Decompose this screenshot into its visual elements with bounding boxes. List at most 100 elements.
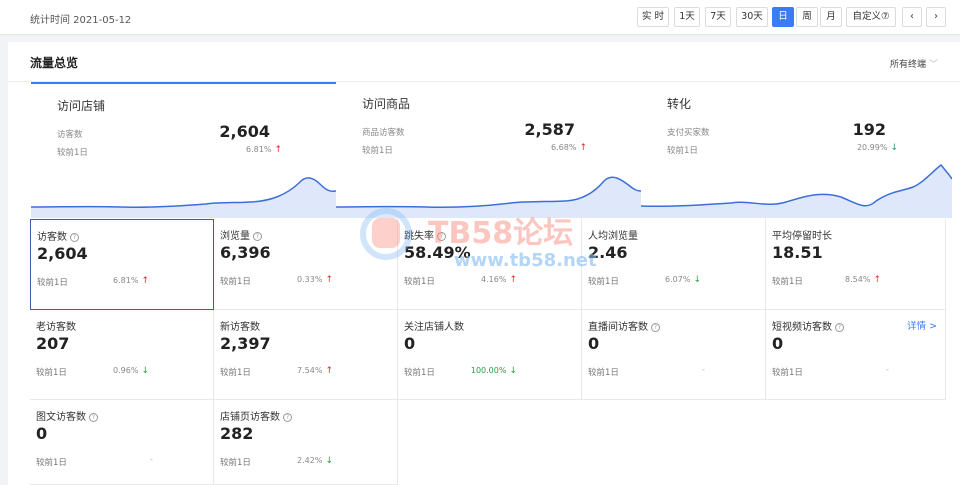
time-range-button[interactable]: 日 [772,7,794,27]
metric-cell[interactable]: 直播间访客数? 0 较前1日 - [582,310,766,400]
metric-change: 7.54% ↑ [297,366,333,376]
help-icon[interactable]: ? [437,232,446,241]
metric-value: 2.46 [588,243,628,262]
sparkline-area [641,165,952,218]
metric-pct: 7.54% [297,366,323,375]
summary-value: 2,587 [524,120,575,139]
metric-title-text: 新访客数 [220,322,260,333]
terminal-select[interactable]: 所有终端 ﹀ [890,57,938,70]
metric-value: 6,396 [220,243,271,262]
time-range-button[interactable]: 实 时 [637,7,669,27]
help-icon[interactable]: ? [253,232,262,241]
metric-title: 店铺页访客数? [220,408,292,423]
metric-pct: 8.54% [845,275,871,284]
summary-compare: 较前1日 [667,146,698,156]
metric-compare: 较前1日 [220,458,251,468]
summary-title: 访问店铺 [57,99,106,113]
metric-title-text: 访客数 [37,232,67,243]
metric-pct: 100.00% [470,366,507,375]
metric-change: 8.54% ↑ [845,275,881,285]
help-icon[interactable]: ? [283,413,292,422]
metric-change: 0.33% ↑ [297,275,333,285]
metric-title-text: 浏览量 [220,231,250,242]
trend-up-icon: ↑ [325,366,333,376]
time-range-button[interactable]: 1天 [674,7,700,27]
metric-cell[interactable]: 店铺页访客数? 282 较前1日 2.42% ↓ [214,400,398,485]
metric-title-text: 老访客数 [36,322,76,333]
summary-title: 访问商品 [362,97,411,111]
metric-title: 短视频访客数? [772,318,844,333]
help-icon[interactable]: ? [70,233,79,242]
time-range-button[interactable]: 30天 [736,7,768,27]
metric-pct: - [886,365,889,374]
metric-cell[interactable]: 短视频访客数? 0 较前1日 - 详情 > [766,310,946,400]
sparkline-area [336,177,641,218]
detail-link[interactable]: 详情 > [907,318,937,332]
metric-change: 2.42% ↓ [297,456,333,466]
metric-compare: 较前1日 [404,368,435,378]
metric-compare: 较前1日 [37,278,68,288]
next-button[interactable]: › [926,7,946,27]
time-range-button[interactable]: 周 [796,7,818,27]
metric-cell[interactable]: 跳失率? 58.49% 较前1日 4.16% ↑ [398,219,582,310]
summary-card[interactable]: 访问商品商品访客数较前1日 2,587 6.68% ↑ [336,82,641,218]
summary-compare: 较前1日 [362,146,393,156]
sparkline [641,163,952,218]
metric-cell[interactable]: 访客数? 2,604 较前1日 6.81% ↑ [30,219,214,310]
metric-cell[interactable]: 关注店铺人数 0 较前1日 100.00% ↓ [398,310,582,400]
metric-pct: 4.16% [481,275,507,284]
metric-change: 100.00% ↓ [471,366,517,376]
trend-up-icon: ↑ [509,275,517,285]
summary-pct: 20.99% [856,143,888,152]
help-icon[interactable]: ? [89,413,98,422]
traffic-overview-panel: 流量总览 所有终端 ﹀ 访问店铺 访客数 较前1日 2,604 6.81% ↑ 访问商品 商品访… [8,42,960,485]
trend-down-icon: ↓ [890,143,898,153]
metric-value: 207 [36,334,70,353]
metric-title: 人均浏览量 [588,227,638,242]
metric-compare: 较前1日 [772,368,803,378]
summary-change: 6.68% ↑ [551,143,587,153]
metric-compare: 较前1日 [36,458,67,468]
metric-compare: 较前1日 [588,277,619,287]
metric-pct: 6.07% [665,275,691,284]
trend-up-icon: ↑ [141,276,149,286]
metric-cell[interactable]: 浏览量? 6,396 较前1日 0.33% ↑ [214,219,398,310]
time-range-button[interactable]: 7天 [705,7,731,27]
chevron-left-icon: ‹ [910,11,914,22]
metric-cell[interactable]: 人均浏览量 2.46 较前1日 6.07% ↓ [582,219,766,310]
metric-cell[interactable]: 平均停留时长 18.51 较前1日 8.54% ↑ [766,219,946,310]
trend-down-icon: ↓ [141,366,149,376]
metric-value: 18.51 [772,243,823,262]
metric-pct: 6.81% [113,276,139,285]
metric-value: 0 [588,334,600,353]
metric-title-text: 直播间访客数 [588,322,648,333]
metric-compare: 较前1日 [36,368,67,378]
summary-label: 商品访客数 [362,128,405,138]
trend-down-icon: ↓ [325,456,333,466]
help-icon[interactable]: ? [651,323,660,332]
summary-change: 20.99% ↓ [857,143,898,153]
time-range-button[interactable]: 自定义⑦ [846,7,896,27]
time-range-button[interactable]: 月 [820,7,842,27]
stat-time: 统计时间 2021-05-12 [30,15,132,26]
summary-card[interactable]: 转化 支付买家数 较前1日 192 20.99% ↓ [641,82,952,218]
metric-title: 访客数? [37,228,79,243]
metric-compare: 较前1日 [404,277,435,287]
summary-card[interactable]: 访问店铺 访客数 较前1日 2,604 6.81% ↑ [31,82,336,218]
metric-pct: - [150,455,153,464]
metric-change: 6.07% ↓ [665,275,701,285]
metric-cell[interactable]: 图文访客数? 0 较前1日 - [30,400,214,485]
help-icon[interactable]: ? [835,323,844,332]
metric-cell[interactable]: 老访客数 207 较前1日 0.96% ↓ [30,310,214,400]
trend-up-icon: ↑ [579,143,587,153]
metric-change: 4.16% ↑ [481,275,517,285]
metric-title: 图文访客数? [36,408,98,423]
summary-value: 192 [852,120,886,139]
prev-button[interactable]: ‹ [902,7,922,27]
metric-title: 老访客数 [36,318,76,333]
metric-pct: - [702,365,705,374]
metric-title: 新访客数 [220,318,260,333]
summary-label: 支付买家数 [667,128,710,138]
chevron-right-icon: › [934,11,938,22]
metric-cell[interactable]: 新访客数 2,397 较前1日 7.54% ↑ [214,310,398,400]
